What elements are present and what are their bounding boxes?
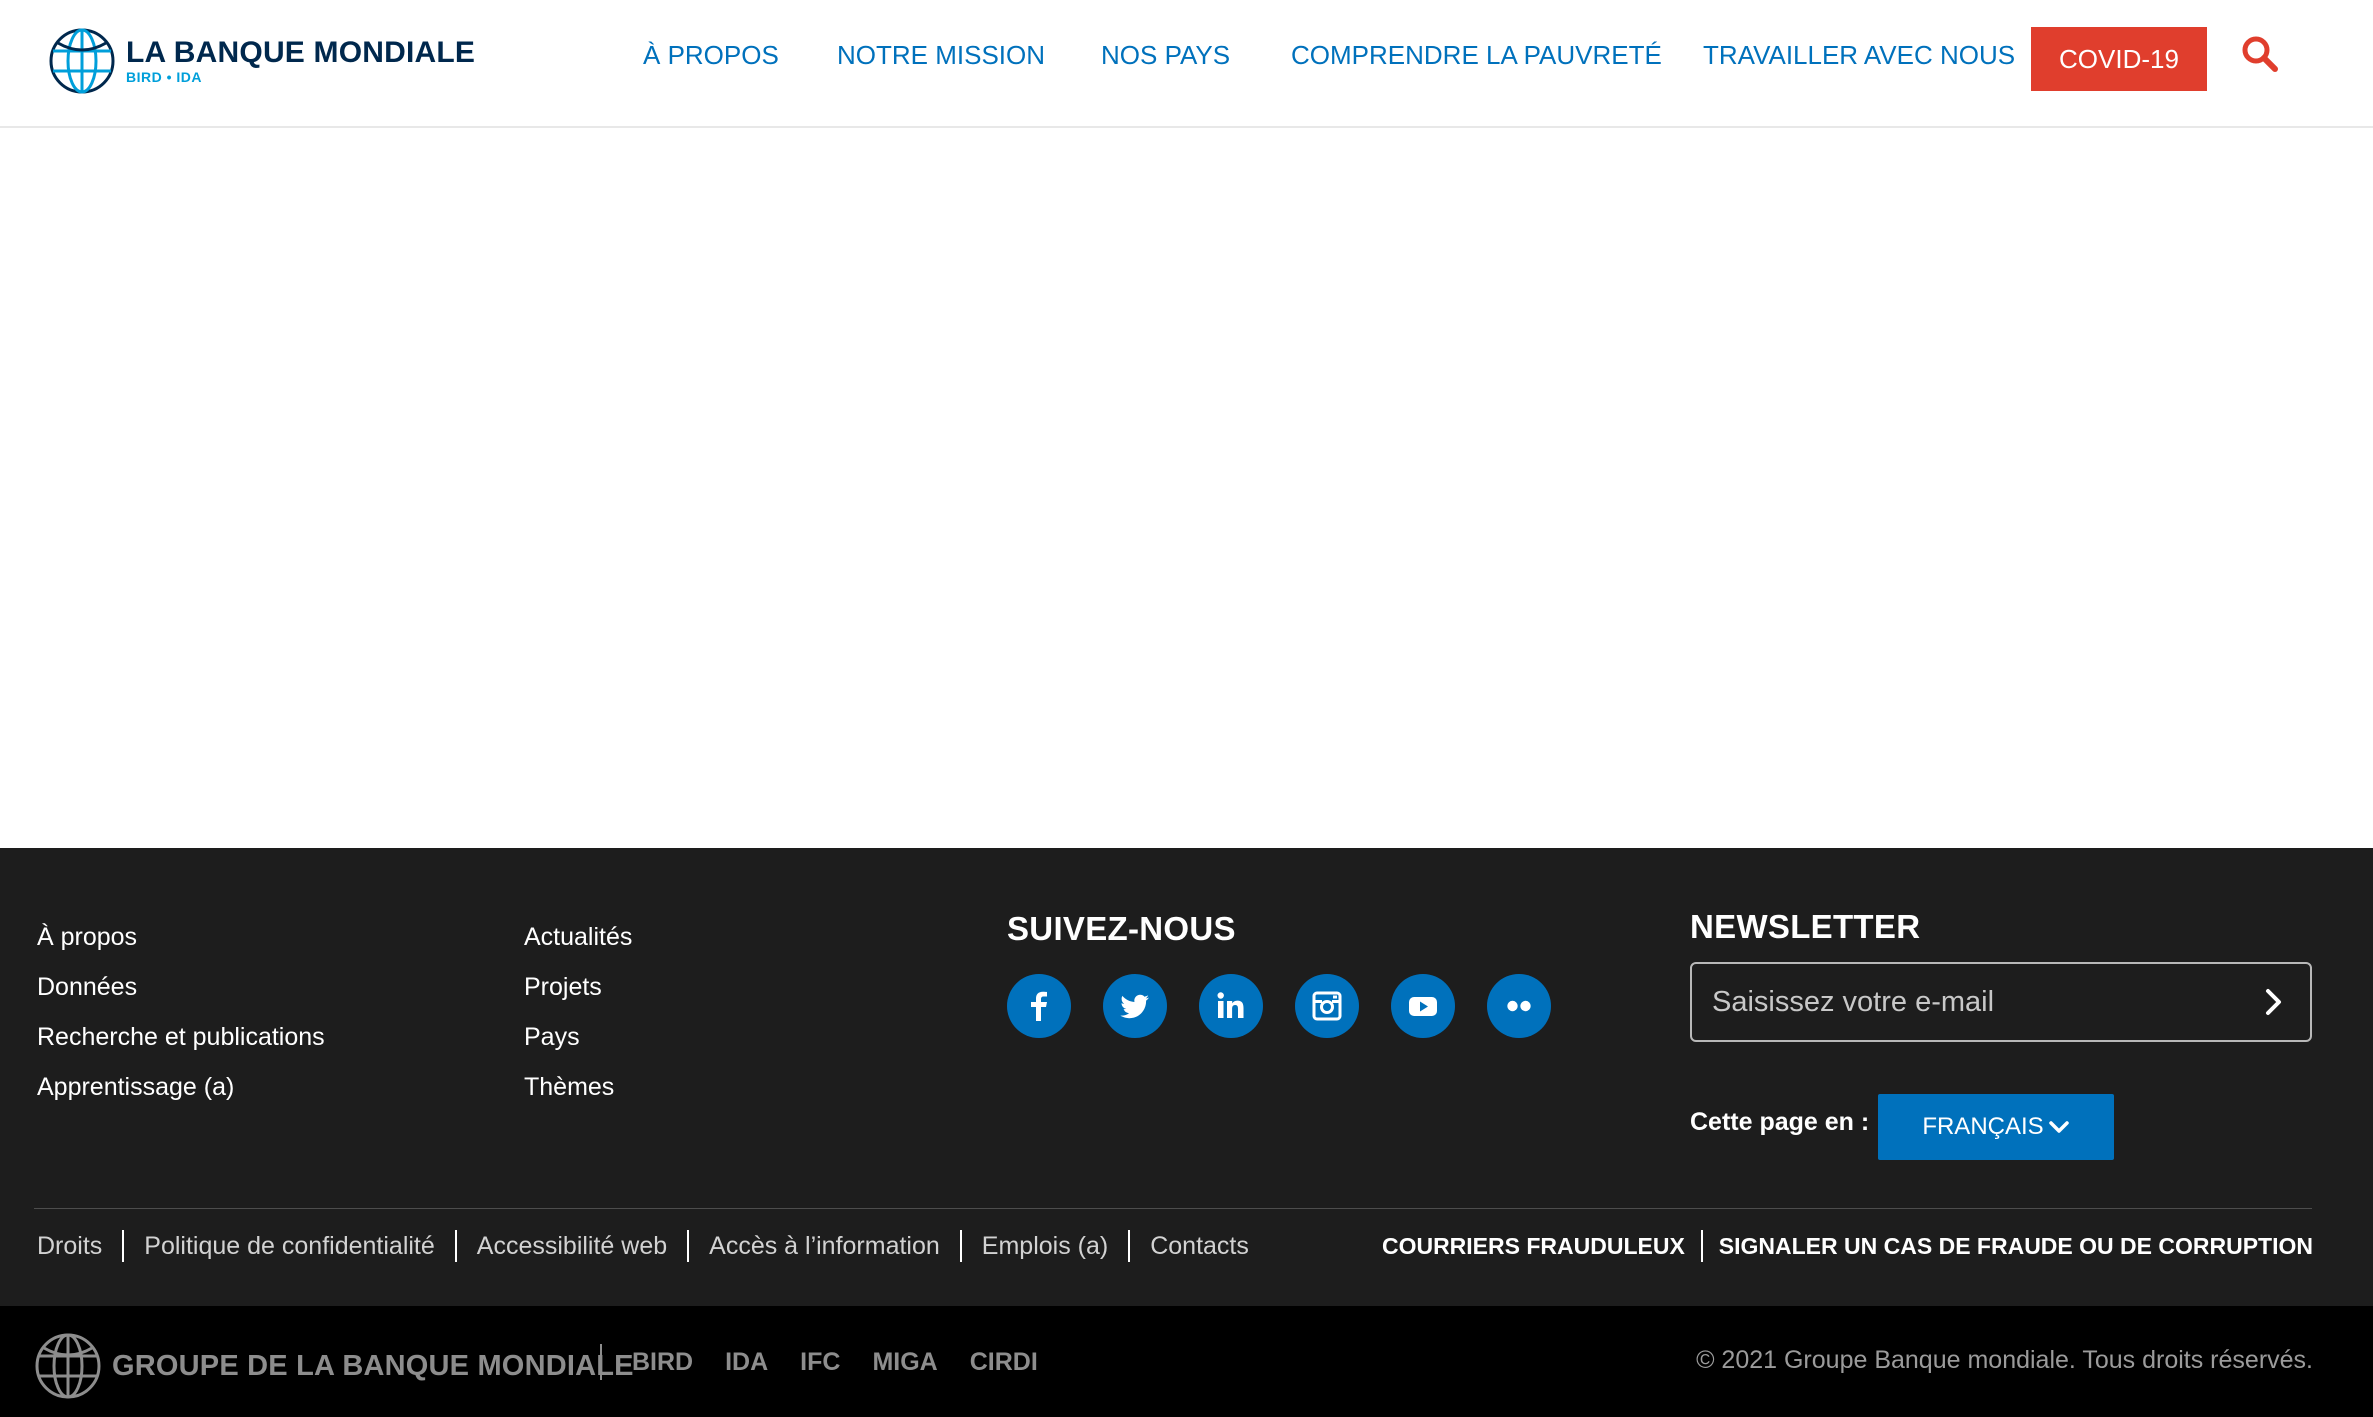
logo-title: LA BANQUE MONDIALE	[126, 36, 476, 69]
legal-link-confidentialite[interactable]: Politique de confidentialité	[122, 1230, 454, 1262]
follow-us-heading: SUIVEZ-NOUS	[1007, 910, 1236, 947]
language-label: Cette page en :	[1690, 1108, 1870, 1136]
newsletter-email-input[interactable]	[1692, 964, 2252, 1040]
site-header: LA BANQUE MONDIALE BIRD • IDA À PROPOS N…	[0, 0, 2373, 128]
search-icon[interactable]	[2240, 34, 2280, 74]
footer-link-themes[interactable]: Thèmes	[524, 1062, 632, 1112]
language-value: FRANÇAIS	[1922, 1113, 2044, 1140]
logo-subtitle: BIRD • IDA	[126, 69, 203, 85]
copyright: © 2021 Groupe Banque mondiale. Tous droi…	[1696, 1346, 2313, 1374]
legal-link-droits[interactable]: Droits	[37, 1230, 122, 1262]
youtube-icon[interactable]	[1391, 974, 1455, 1038]
bottom-separator	[600, 1344, 602, 1380]
institution-links: BIRD IDA IFC MIGA CIRDI	[632, 1344, 1070, 1380]
institution-link-bird[interactable]: BIRD	[632, 1344, 693, 1380]
newsletter-form	[1690, 962, 2312, 1042]
nav-a-propos[interactable]: À PROPOS	[643, 40, 779, 70]
footer-link-a-propos[interactable]: À propos	[37, 912, 325, 962]
nav-travailler-avec-nous[interactable]: TRAVAILLER AVEC NOUS	[1703, 40, 2015, 70]
group-logo[interactable]: GROUPE DE LA BANQUE MONDIALE	[34, 1332, 634, 1400]
footer-link-pays[interactable]: Pays	[524, 1012, 632, 1062]
group-name: GROUPE DE LA BANQUE MONDIALE	[112, 1349, 634, 1382]
newsletter-heading: NEWSLETTER	[1690, 908, 1921, 945]
legal-links: Droits Politique de confidentialité Acce…	[37, 1226, 1269, 1266]
flickr-icon[interactable]	[1487, 974, 1551, 1038]
legal-link-acces-information[interactable]: Accès à l’information	[687, 1230, 960, 1262]
fraud-links: COURRIERS FRAUDULEUX SIGNALER UN CAS DE …	[1366, 1226, 2313, 1266]
chevron-down-icon	[2048, 1121, 2069, 1133]
social-links	[1007, 974, 1583, 1038]
nav-notre-mission[interactable]: NOTRE MISSION	[837, 40, 1045, 70]
footer-link-projets[interactable]: Projets	[524, 962, 632, 1012]
chevron-right-icon[interactable]	[2256, 984, 2292, 1020]
footer-link-actualites[interactable]: Actualités	[524, 912, 632, 962]
footer-link-donnees[interactable]: Données	[37, 962, 325, 1012]
globe-icon	[49, 28, 115, 94]
twitter-icon[interactable]	[1103, 974, 1167, 1038]
footer-links-col-1: À propos Données Recherche et publicatio…	[37, 912, 325, 1112]
world-bank-logo[interactable]: LA BANQUE MONDIALE BIRD • IDA	[48, 26, 475, 96]
footer-divider	[34, 1208, 2312, 1209]
nav-comprendre-la-pauvrete[interactable]: COMPRENDRE LA PAUVRETÉ	[1291, 40, 1662, 70]
legal-link-emplois[interactable]: Emplois (a)	[959, 1230, 1128, 1262]
institution-link-cirdi[interactable]: CIRDI	[970, 1344, 1038, 1380]
nav-nos-pays[interactable]: NOS PAYS	[1101, 40, 1230, 70]
institution-link-ifc[interactable]: IFC	[800, 1344, 840, 1380]
site-footer: À propos Données Recherche et publicatio…	[0, 848, 2373, 1306]
footer-link-apprentissage[interactable]: Apprentissage (a)	[37, 1062, 325, 1112]
fraudulent-emails-link[interactable]: COURRIERS FRAUDULEUX	[1366, 1230, 1701, 1262]
bottom-bar: GROUPE DE LA BANQUE MONDIALE BIRD IDA IF…	[0, 1306, 2373, 1417]
instagram-icon[interactable]	[1295, 974, 1359, 1038]
legal-link-contacts[interactable]: Contacts	[1128, 1230, 1269, 1262]
facebook-icon[interactable]	[1007, 974, 1071, 1038]
institution-link-miga[interactable]: MIGA	[872, 1344, 937, 1380]
report-fraud-link[interactable]: SIGNALER UN CAS DE FRAUDE OU DE CORRUPTI…	[1700, 1230, 2313, 1262]
footer-link-recherche[interactable]: Recherche et publications	[37, 1012, 325, 1062]
globe-icon	[35, 1333, 101, 1399]
institution-link-ida[interactable]: IDA	[725, 1344, 768, 1380]
covid-button[interactable]: COVID-19	[2031, 27, 2207, 91]
linkedin-icon[interactable]	[1199, 974, 1263, 1038]
language-selector[interactable]: FRANÇAIS	[1878, 1094, 2114, 1160]
legal-link-accessibilite[interactable]: Accessibilité web	[454, 1230, 687, 1262]
footer-links-col-2: Actualités Projets Pays Thèmes	[524, 912, 632, 1112]
